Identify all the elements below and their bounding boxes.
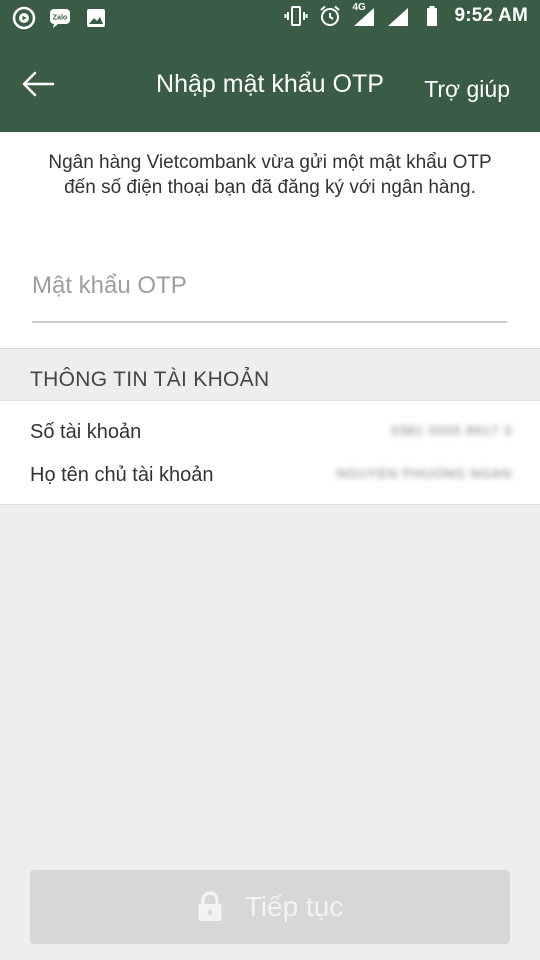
account-number-label: Số tài khoản (30, 421, 142, 443)
next-button[interactable]: Tiếp tục (30, 870, 510, 944)
next-button-label: Tiếp tục (244, 891, 344, 922)
status-bar: Zalo 4G 9:52 AM (0, 0, 540, 36)
zalo-icon: Zalo (48, 6, 72, 30)
app-bar: Nhập mật khẩu OTP Trợ giúp (0, 36, 540, 132)
account-number-row: Số tài khoản 0381 0005 8917 3 (30, 421, 512, 451)
otp-section: Ngân hàng Vietcombank vừa gửi một mật kh… (0, 132, 540, 349)
signal-icon: 4G (352, 2, 376, 28)
otp-description: Ngân hàng Vietcombank vừa gửi một mật kh… (48, 152, 492, 198)
svg-text:Zalo: Zalo (53, 15, 67, 22)
play-circle-icon (12, 6, 36, 30)
account-holder-value: NGUYEN PHUONG NGAN (336, 466, 512, 481)
account-number-value: 0381 0005 8917 3 (391, 423, 512, 438)
notification-icons: Zalo (12, 6, 108, 30)
battery-icon (420, 4, 444, 28)
account-info-header: THÔNG TIN TÀI KHOẢN (30, 368, 270, 391)
otp-input[interactable] (32, 264, 507, 308)
account-holder-label: Họ tên chủ tài khoản (30, 464, 214, 486)
signal-2-icon (386, 4, 410, 28)
help-button[interactable]: Trợ giúp (424, 76, 510, 103)
network-type-label: 4G (352, 2, 366, 13)
otp-input-underline (32, 321, 507, 323)
vibrate-icon (284, 4, 308, 28)
image-icon (84, 6, 108, 30)
system-icons: 4G 9:52 AM (284, 2, 528, 28)
alarm-icon (318, 4, 342, 28)
lock-icon (198, 891, 222, 921)
account-holder-row: Họ tên chủ tài khoản NGUYEN PHUONG NGAN (30, 464, 512, 494)
account-info-card: Số tài khoản 0381 0005 8917 3 Họ tên chủ… (0, 400, 540, 505)
status-time: 9:52 AM (454, 5, 528, 26)
